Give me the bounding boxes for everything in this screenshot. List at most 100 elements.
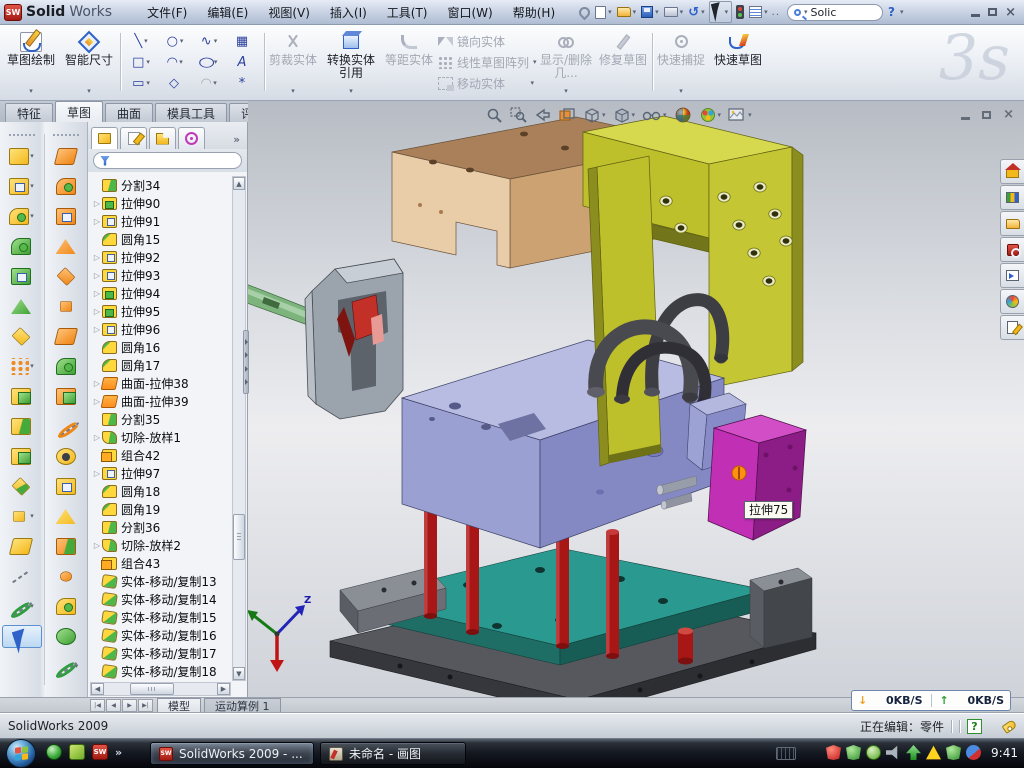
section-view-button[interactable] bbox=[558, 107, 576, 124]
panel-splitter[interactable] bbox=[243, 330, 249, 394]
sketch-entity-button[interactable]: ○▾ bbox=[192, 52, 226, 73]
select-tool-button[interactable]: ▾ bbox=[709, 1, 733, 23]
sketch-entity-button[interactable]: ○▾ bbox=[158, 31, 192, 52]
tray-icon[interactable] bbox=[926, 745, 941, 760]
sketch-entity-button[interactable]: ◇ bbox=[158, 73, 192, 94]
tag-icon[interactable] bbox=[1002, 719, 1018, 734]
trim-entities-button[interactable]: 剪裁实体 ▾ bbox=[268, 29, 318, 95]
undo-button[interactable]: ↺▾ bbox=[687, 5, 705, 20]
model-small-red-pin[interactable] bbox=[678, 628, 693, 665]
model-bracket-leg[interactable] bbox=[588, 156, 661, 466]
ribbon-tab[interactable]: 模具工具 bbox=[155, 103, 227, 122]
first-tab-button[interactable]: |◀ bbox=[90, 699, 105, 712]
sketch-entity-button[interactable]: A bbox=[226, 52, 260, 73]
design-library-button[interactable] bbox=[1000, 185, 1024, 210]
tree-item[interactable]: 分割34 bbox=[92, 176, 232, 194]
constraint-status-icon[interactable] bbox=[735, 4, 745, 20]
tree-item[interactable]: 分割36 bbox=[92, 518, 232, 536]
search-box[interactable]: ▾ Solic bbox=[787, 4, 883, 21]
open-button[interactable]: ▾ bbox=[616, 6, 638, 18]
previous-view-button[interactable] bbox=[534, 107, 551, 124]
surfaces-toolbar-button[interactable] bbox=[46, 355, 86, 378]
expand-arrow[interactable]: ▷ bbox=[92, 253, 102, 262]
tray-icon[interactable] bbox=[946, 745, 961, 760]
filter-input[interactable] bbox=[93, 152, 242, 169]
scroll-down-button[interactable]: ▼ bbox=[233, 667, 245, 680]
sketch-entity-button[interactable]: □▾ bbox=[124, 52, 158, 73]
quick-snaps-button[interactable]: 快速捕捉 ▾ bbox=[656, 29, 706, 95]
rapid-sketch-button[interactable]: 快速草图 bbox=[710, 29, 766, 95]
features-toolbar-button[interactable] bbox=[2, 265, 42, 288]
surfaces-toolbar-button[interactable] bbox=[46, 565, 86, 588]
menu-item[interactable]: 工具(T) bbox=[378, 2, 437, 23]
tray-icon[interactable] bbox=[886, 745, 901, 760]
smart-dimension-button[interactable]: 智能尺寸 ▾ bbox=[62, 29, 116, 95]
sketch-button[interactable]: 草图绘制 ▾ bbox=[4, 29, 58, 95]
features-toolbar-button[interactable] bbox=[2, 325, 42, 348]
quick-launch-chevron[interactable]: » bbox=[115, 746, 122, 759]
features-toolbar-button[interactable]: ▾ bbox=[2, 505, 42, 528]
tab-dimxpertmanager[interactable] bbox=[178, 127, 205, 149]
features-toolbar-button[interactable]: ▾ bbox=[2, 355, 42, 378]
taskbar-item-paint[interactable]: 未命名 - 画图 bbox=[320, 742, 466, 765]
ribbon-tab[interactable]: 草图 bbox=[55, 101, 103, 122]
model-clamp-block[interactable] bbox=[305, 259, 403, 419]
features-toolbar-button[interactable]: ▾ bbox=[2, 145, 42, 168]
linear-sketch-pattern-button[interactable]: 线性草图阵列 ▾ bbox=[438, 52, 534, 73]
features-toolbar-button[interactable]: ▾ bbox=[2, 205, 42, 228]
sketch-entity-button[interactable]: ◠▾ bbox=[158, 52, 192, 73]
tree-item[interactable]: ▷ 拉伸97 bbox=[92, 464, 232, 482]
scrollbar-thumb[interactable] bbox=[233, 514, 245, 560]
tree-item[interactable]: 实体-移动/复制16 bbox=[92, 626, 232, 644]
ribbon-tab[interactable]: 特征 bbox=[5, 103, 53, 122]
expand-arrow[interactable]: ▷ bbox=[92, 469, 102, 478]
model-extrude75-block[interactable] bbox=[708, 415, 806, 540]
mirror-entities-button[interactable]: 镜向实体 bbox=[438, 31, 534, 52]
tree-item[interactable]: ▷ 切除-放样1 bbox=[92, 428, 232, 446]
new-document-button[interactable]: ▾ bbox=[594, 5, 613, 20]
features-toolbar-button[interactable] bbox=[2, 535, 42, 558]
toolbar-overflow[interactable]: .. bbox=[772, 7, 780, 18]
tree-item[interactable]: 实体-移动/复制17 bbox=[92, 644, 232, 662]
menu-item[interactable]: 视图(V) bbox=[259, 2, 319, 23]
scroll-up-button[interactable]: ▲ bbox=[233, 177, 245, 190]
scrollbar-thumb[interactable] bbox=[130, 683, 174, 695]
expand-arrow[interactable]: ▷ bbox=[92, 433, 102, 442]
tree-item[interactable]: 实体-移动/复制13 bbox=[92, 572, 232, 590]
prev-tab-button[interactable]: ◀ bbox=[106, 699, 121, 712]
tab-model[interactable]: 模型 bbox=[157, 698, 201, 713]
scroll-left-button[interactable]: ◀ bbox=[91, 683, 104, 695]
model-right-rail[interactable] bbox=[750, 568, 812, 648]
repair-sketch-button[interactable]: 修复草图 bbox=[598, 29, 648, 95]
surfaces-toolbar-button[interactable] bbox=[46, 385, 86, 408]
tree-item[interactable]: 圆角19 bbox=[92, 500, 232, 518]
minimize-button[interactable] bbox=[971, 14, 980, 17]
help-button[interactable]: ? bbox=[886, 5, 897, 19]
features-toolbar-button[interactable] bbox=[2, 385, 42, 408]
menu-item[interactable]: 帮助(H) bbox=[504, 2, 564, 23]
display-style-button[interactable]: ▾ bbox=[613, 107, 636, 124]
tray-icon[interactable] bbox=[846, 745, 861, 760]
sketch-entity-button[interactable]: ╲▾ bbox=[124, 31, 158, 52]
graphics-area[interactable]: Y Z ▾ ▾ bbox=[248, 101, 1024, 697]
quick-launch-messenger-icon[interactable] bbox=[46, 744, 62, 760]
features-toolbar-button[interactable]: ▾ bbox=[2, 595, 42, 618]
tray-icon[interactable] bbox=[906, 745, 921, 760]
toolbar-grip[interactable] bbox=[53, 134, 79, 139]
expand-arrow[interactable]: ▷ bbox=[92, 325, 102, 334]
tray-icon[interactable] bbox=[866, 745, 881, 760]
expand-arrow[interactable]: ▷ bbox=[92, 199, 102, 208]
doc-close-button[interactable]: × bbox=[1003, 108, 1014, 121]
tree-item[interactable]: ▷ 拉伸96 bbox=[92, 320, 232, 338]
search-pane-button[interactable] bbox=[1000, 237, 1024, 262]
taskbar-clock[interactable]: 9:41 bbox=[991, 738, 1018, 768]
hide-show-items-button[interactable]: ▾ bbox=[642, 107, 667, 124]
tray-icon[interactable] bbox=[966, 745, 981, 760]
features-toolbar-button[interactable] bbox=[2, 445, 42, 468]
features-toolbar-button[interactable] bbox=[2, 475, 42, 498]
expand-arrow[interactable]: ▷ bbox=[92, 271, 102, 280]
tab-configurationmanager[interactable] bbox=[149, 127, 176, 149]
tree-item[interactable]: 组合42 bbox=[92, 446, 232, 464]
tree-item[interactable]: ▷ 拉伸93 bbox=[92, 266, 232, 284]
view-settings-button[interactable]: ▾ bbox=[728, 107, 752, 123]
